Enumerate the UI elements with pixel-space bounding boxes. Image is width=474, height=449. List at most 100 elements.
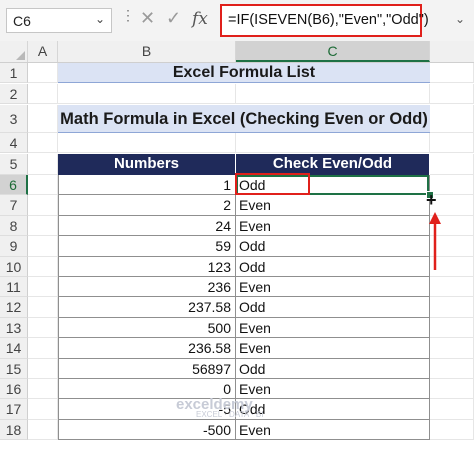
number-cell[interactable]: 237.58 (58, 297, 236, 318)
row-header[interactable]: 8 (0, 215, 28, 237)
name-box[interactable]: C6 ⌄ (6, 8, 112, 33)
result-cell[interactable]: Even (236, 215, 430, 237)
cell[interactable] (430, 105, 474, 133)
cell[interactable] (430, 277, 474, 298)
watermark: exceldemy EXCEL · DATA · BI (176, 396, 263, 419)
cell[interactable] (430, 419, 474, 441)
row-header[interactable]: 16 (0, 379, 28, 400)
cell[interactable] (430, 297, 474, 318)
result-cell[interactable]: Even (236, 338, 430, 359)
row-header[interactable]: 9 (0, 236, 28, 257)
cell[interactable] (430, 154, 474, 175)
row-header[interactable]: 17 (0, 399, 28, 420)
sheet-row: 2 (0, 84, 474, 105)
row-header[interactable]: 18 (0, 419, 28, 441)
cell[interactable] (430, 175, 474, 196)
sheet-title[interactable]: Excel Formula List (58, 63, 430, 84)
check-header[interactable]: Check Even/Odd (236, 154, 430, 175)
drag-handle-icon[interactable]: ⋮ (121, 8, 135, 22)
result-cell[interactable]: Odd (236, 297, 430, 318)
cell[interactable] (28, 84, 58, 105)
cell[interactable] (430, 338, 474, 359)
number-cell[interactable]: 59 (58, 236, 236, 257)
row-header[interactable]: 15 (0, 358, 28, 379)
row-header[interactable]: 10 (0, 256, 28, 277)
cell[interactable] (28, 175, 58, 196)
result-cell[interactable]: Odd (236, 256, 430, 277)
numbers-header[interactable]: Numbers (58, 154, 236, 175)
column-header-b[interactable]: B (58, 41, 236, 62)
cell[interactable] (28, 63, 58, 84)
table-row: 15 56897 Odd (0, 358, 474, 379)
cell[interactable] (28, 379, 58, 400)
cell[interactable] (28, 105, 58, 133)
result-cell[interactable]: Odd (236, 399, 430, 420)
number-cell[interactable]: 236.58 (58, 338, 236, 359)
column-header-row: A B C (0, 41, 474, 63)
select-all-button[interactable] (0, 41, 28, 62)
cell[interactable] (28, 419, 58, 441)
number-cell[interactable]: 56897 (58, 358, 236, 379)
row-header[interactable]: 5 (0, 154, 28, 175)
result-cell[interactable]: Even (236, 419, 430, 441)
column-header-d[interactable] (430, 41, 474, 62)
insert-function-icon[interactable]: fx (192, 9, 208, 29)
chevron-down-icon[interactable]: ⌄ (95, 12, 105, 26)
cell[interactable] (430, 133, 474, 154)
cell[interactable] (430, 84, 474, 105)
number-cell[interactable]: 123 (58, 256, 236, 277)
result-cell[interactable]: Odd (236, 236, 430, 257)
number-cell[interactable]: 24 (58, 215, 236, 237)
row-header[interactable]: 2 (0, 84, 28, 105)
row-header[interactable]: 4 (0, 133, 28, 154)
cell[interactable] (430, 399, 474, 420)
cell[interactable] (28, 297, 58, 318)
result-cell[interactable]: Even (236, 277, 430, 298)
row-header[interactable]: 11 (0, 277, 28, 298)
cell[interactable] (236, 84, 430, 105)
cell[interactable] (28, 195, 58, 216)
table-row: 8 24 Even (0, 215, 474, 237)
row-header[interactable]: 12 (0, 297, 28, 318)
cell[interactable] (58, 133, 236, 154)
enter-icon[interactable]: ✓ (166, 8, 181, 29)
expand-formula-bar-icon[interactable]: ⌄ (455, 12, 465, 26)
result-cell[interactable]: Even (236, 379, 430, 400)
cell[interactable] (58, 84, 236, 105)
number-cell[interactable]: -500 (58, 419, 236, 441)
column-header-a[interactable]: A (28, 41, 58, 62)
cell[interactable] (28, 215, 58, 237)
cell[interactable] (430, 317, 474, 339)
row-header[interactable]: 14 (0, 338, 28, 359)
sheet-row: 5 Numbers Check Even/Odd (0, 154, 474, 175)
row-header[interactable]: 13 (0, 317, 28, 339)
cancel-icon[interactable]: ✕ (140, 8, 155, 29)
cell[interactable] (28, 317, 58, 339)
row-header[interactable]: 1 (0, 63, 28, 84)
row-header[interactable]: 6 (0, 175, 28, 196)
cell[interactable] (28, 399, 58, 420)
number-cell[interactable]: 1 (58, 175, 236, 196)
row-header[interactable]: 7 (0, 195, 28, 216)
cell[interactable] (28, 338, 58, 359)
result-cell[interactable]: Even (236, 317, 430, 339)
result-cell[interactable]: Even (236, 195, 430, 216)
number-cell[interactable]: 236 (58, 277, 236, 298)
formula-input[interactable]: =IF(ISEVEN(B6),"Even","Odd") (220, 4, 429, 37)
number-cell[interactable]: 500 (58, 317, 236, 339)
cell[interactable] (28, 236, 58, 257)
cell[interactable] (28, 256, 58, 277)
number-cell[interactable]: 2 (58, 195, 236, 216)
column-header-c[interactable]: C (236, 41, 430, 62)
sheet-subtitle[interactable]: Math Formula in Excel (Checking Even or … (58, 105, 430, 133)
cell[interactable] (28, 358, 58, 379)
cell[interactable] (430, 358, 474, 379)
result-cell[interactable]: Odd (236, 358, 430, 379)
cell[interactable] (28, 277, 58, 298)
row-header[interactable]: 3 (0, 105, 28, 133)
cell[interactable] (28, 133, 58, 154)
cell[interactable] (430, 63, 474, 84)
cell[interactable] (28, 154, 58, 175)
cell[interactable] (236, 133, 430, 154)
cell[interactable] (430, 379, 474, 400)
